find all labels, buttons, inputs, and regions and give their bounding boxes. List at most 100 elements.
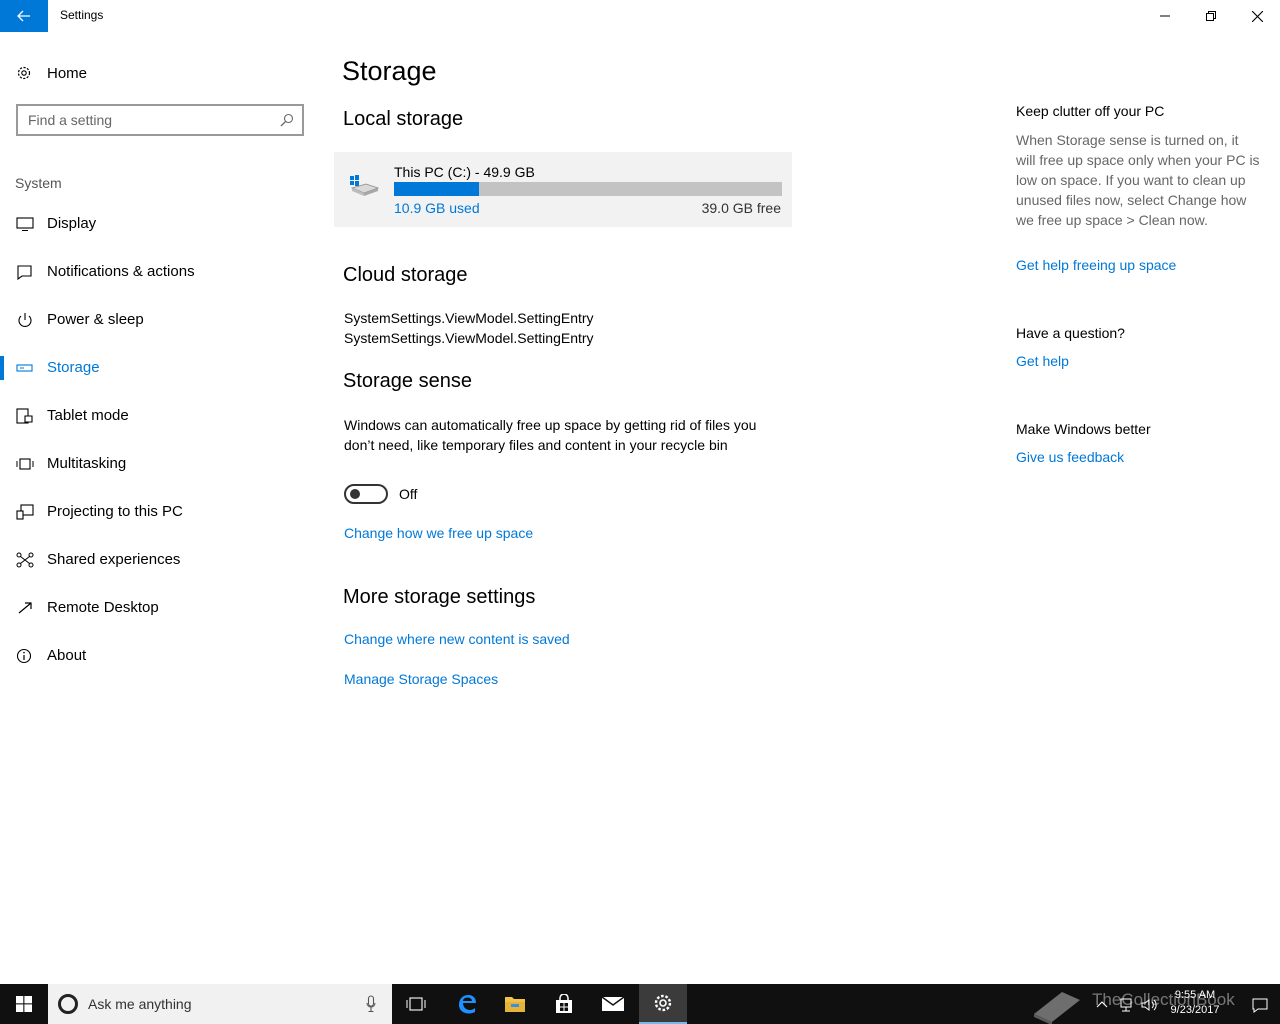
sidebar-item-label: Projecting to this PC (47, 503, 183, 520)
sidebar-item-label: Shared experiences (47, 551, 181, 568)
tablet-icon (16, 408, 33, 424)
edge-browser-icon (459, 995, 476, 1014)
close-icon (1251, 10, 1263, 22)
home-label: Home (47, 64, 88, 82)
storage-sense-toggle[interactable] (344, 484, 388, 504)
sidebar-item-label: Storage (47, 359, 100, 376)
taskbar: Ask me anything TheCollectionBook 9:55 A… (0, 984, 1280, 1024)
selection-indicator (0, 356, 4, 380)
show-hidden-icons-chevron-icon[interactable] (1096, 1000, 1108, 1008)
window-title: Settings (60, 8, 104, 22)
microphone-icon[interactable] (366, 995, 376, 1013)
restore-icon (1206, 11, 1216, 21)
search-icon (280, 113, 294, 127)
sidebar-item-remote-desktop[interactable]: Remote Desktop (0, 588, 310, 628)
file-explorer-taskbar-button[interactable] (491, 984, 539, 1024)
sidebar-item-label: Power & sleep (47, 311, 144, 328)
edge-taskbar-button[interactable] (443, 984, 491, 1024)
get-help-link[interactable]: Get help (1016, 353, 1069, 369)
search-input[interactable]: Find a setting (16, 104, 304, 136)
clock-time: 9:55 AM (1174, 989, 1216, 1001)
manage-storage-spaces-link[interactable]: Manage Storage Spaces (344, 671, 498, 687)
power-icon (18, 313, 32, 327)
cortana-placeholder: Ask me anything (88, 996, 192, 1012)
storage-sense-toggle-state: Off (399, 486, 418, 502)
cloud-entry: SystemSettings.ViewModel.SettingEntry (344, 310, 594, 326)
local-storage-heading: Local storage (343, 108, 464, 130)
sidebar-item-label: Remote Desktop (47, 599, 159, 616)
remote-desktop-icon (18, 602, 32, 614)
title-bar: Settings (0, 0, 1280, 32)
sidebar-item-tablet-mode[interactable]: Tablet mode (0, 396, 310, 436)
toggle-knob (350, 489, 360, 499)
sidebar-item-display[interactable]: Display (0, 204, 310, 244)
info-icon (16, 648, 32, 664)
sidebar-item-multitasking[interactable]: Multitasking (0, 444, 310, 484)
mail-icon (601, 996, 625, 1011)
sidebar-item-label: Notifications & actions (47, 263, 195, 280)
drive-used: 10.9 GB used (394, 200, 480, 216)
question-heading: Have a question? (1016, 325, 1125, 341)
more-storage-heading: More storage settings (343, 586, 536, 608)
windows-logo-icon (16, 996, 32, 1012)
action-center-icon[interactable] (1252, 997, 1268, 1013)
back-button[interactable] (0, 0, 48, 32)
sidebar-item-notifications[interactable]: Notifications & actions (0, 252, 310, 292)
gear-icon (654, 994, 672, 1012)
cloud-entry: SystemSettings.ViewModel.SettingEntry (344, 330, 594, 346)
drive-c-card[interactable]: This PC (C:) - 49.9 GB 10.9 GB used 39.0… (334, 152, 792, 227)
cloud-storage-heading: Cloud storage (343, 264, 468, 286)
help-freeing-link[interactable]: Get help freeing up space (1016, 257, 1176, 273)
clutter-text: When Storage sense is turned on, it will… (1016, 132, 1260, 228)
drive-icon (350, 175, 380, 196)
projecting-icon (16, 504, 34, 520)
section-label-system: System (15, 175, 62, 191)
storage-sense-description: Windows can automatically free up space … (344, 417, 757, 453)
start-button[interactable] (0, 984, 48, 1024)
minimize-button[interactable] (1142, 0, 1188, 32)
sidebar-item-label: About (47, 647, 87, 664)
mail-taskbar-button[interactable] (589, 984, 637, 1024)
change-save-location-link[interactable]: Change where new content is saved (344, 631, 570, 647)
taskbar-clock[interactable]: 9:55 AM 9/23/2017 (1160, 988, 1230, 1018)
task-view-icon (406, 997, 426, 1011)
store-taskbar-button[interactable] (540, 984, 588, 1024)
windows-better-heading: Make Windows better (1016, 421, 1151, 437)
storage-sense-heading: Storage sense (343, 370, 472, 392)
store-bag-icon (556, 994, 572, 1013)
close-button[interactable] (1234, 0, 1280, 32)
clutter-heading: Keep clutter off your PC (1016, 103, 1165, 119)
drive-free: 39.0 GB free (701, 200, 781, 216)
sidebar-item-power[interactable]: Power & sleep (0, 300, 310, 340)
sidebar-item-about[interactable]: About (0, 636, 310, 676)
network-icon[interactable] (1118, 997, 1134, 1013)
home-link[interactable]: Home (16, 60, 306, 86)
sidebar-item-label: Display (47, 215, 97, 232)
book-icon (1034, 992, 1080, 1024)
multitasking-icon (16, 458, 34, 470)
back-arrow-icon (17, 10, 30, 22)
gear-icon (17, 66, 31, 80)
sidebar-item-label: Tablet mode (47, 407, 129, 424)
search-placeholder: Find a setting (28, 112, 113, 128)
drive-usage-bar (394, 182, 782, 196)
feedback-link[interactable]: Give us feedback (1016, 449, 1124, 465)
restore-button[interactable] (1188, 0, 1234, 32)
sidebar-item-storage[interactable]: Storage (0, 348, 310, 388)
storage-icon (16, 364, 33, 372)
drive-usage-fill (394, 182, 479, 196)
change-free-up-link[interactable]: Change how we free up space (344, 525, 533, 541)
drive-name: This PC (C:) - 49.9 GB (394, 164, 535, 180)
cortana-icon (58, 994, 78, 1014)
volume-icon[interactable] (1140, 997, 1158, 1013)
task-view-button[interactable] (392, 984, 440, 1024)
sidebar-item-label: Multitasking (47, 455, 127, 472)
sidebar-item-shared-experiences[interactable]: Shared experiences (0, 540, 310, 580)
settings-taskbar-button[interactable] (639, 984, 687, 1024)
monitor-icon (16, 217, 34, 231)
message-icon (17, 265, 32, 280)
shared-icon (16, 552, 34, 568)
cortana-search-box[interactable]: Ask me anything (48, 984, 392, 1024)
sidebar-item-projecting[interactable]: Projecting to this PC (0, 492, 310, 532)
page-title: Storage (342, 56, 437, 86)
